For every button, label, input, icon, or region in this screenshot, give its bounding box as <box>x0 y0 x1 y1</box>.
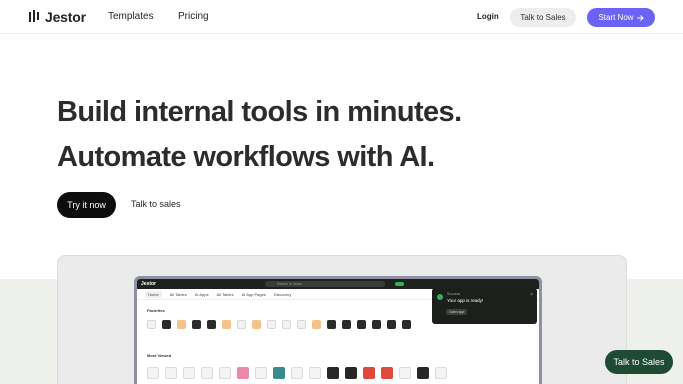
app-tile-icon <box>357 320 366 329</box>
app-tile-icon <box>387 320 396 329</box>
app-tab-home: Home <box>145 290 162 298</box>
nav-pricing-link[interactable]: Pricing <box>178 11 209 22</box>
brand-logo[interactable]: Jestor <box>29 9 86 25</box>
app-tile-icon <box>345 367 357 379</box>
app-tile-icon <box>237 367 249 379</box>
app-tile-icon <box>183 367 195 379</box>
app-tile-icon <box>363 367 375 379</box>
app-tile-icon <box>381 367 393 379</box>
app-preview-laptop: Jestor Search in Jestor Home All Tables … <box>134 276 542 384</box>
nav-templates-link[interactable]: Templates <box>108 11 154 22</box>
talk-to-sales-chat-button[interactable]: Talk to Sales <box>605 350 673 374</box>
app-tile-icon <box>282 320 291 329</box>
app-tile-icon <box>222 320 231 329</box>
app-toggle-icon <box>395 282 404 286</box>
app-tile-icon <box>417 367 429 379</box>
try-it-now-label: Try it now <box>67 200 106 210</box>
app-tab-ai-apps: AI Apps <box>194 291 209 297</box>
toast-title: Your app is ready! <box>447 298 484 303</box>
app-tile-icon <box>147 320 156 329</box>
arrow-right-icon <box>636 14 644 21</box>
app-tile-icon <box>291 367 303 379</box>
app-tile-icon <box>219 367 231 379</box>
app-tile-icon <box>309 367 321 379</box>
start-now-button[interactable]: Start Now <box>587 8 655 27</box>
talk-to-sales-link[interactable]: Talk to sales <box>131 199 181 209</box>
app-tile-icon <box>165 367 177 379</box>
favorites-icon-row <box>147 320 411 329</box>
app-tile-icon <box>372 320 381 329</box>
talk-to-sales-label: Talk to Sales <box>520 13 566 22</box>
app-tile-icon <box>399 367 411 379</box>
app-tab-ai-app-pages: AI App Pages <box>241 291 266 297</box>
app-tab-discovery: Discovery <box>273 291 292 297</box>
favorites-heading: Favorites <box>147 308 165 313</box>
hero-headline-line2: Automate workflows with AI. <box>57 141 435 173</box>
top-navigation: Jestor Templates Pricing Login Talk to S… <box>0 0 683 34</box>
brand-name: Jestor <box>45 9 86 25</box>
app-tile-icon <box>327 320 336 329</box>
app-tile-icon <box>255 367 267 379</box>
jestor-logo-icon <box>29 10 39 22</box>
chat-button-label: Talk to Sales <box>613 357 665 367</box>
app-tile-icon <box>402 320 411 329</box>
app-tile-icon <box>435 367 447 379</box>
close-icon: × <box>530 292 533 298</box>
app-tile-icon <box>297 320 306 329</box>
app-tile-icon <box>237 320 246 329</box>
app-search-input: Search in Jestor <box>265 281 385 287</box>
app-tile-icon <box>342 320 351 329</box>
toast-open-button: Open app <box>446 309 468 315</box>
app-tab-all-tables-2: All Tables <box>216 291 234 297</box>
app-tile-icon <box>207 320 216 329</box>
app-tile-icon <box>312 320 321 329</box>
start-now-label: Start Now <box>598 13 634 22</box>
app-tile-icon <box>327 367 339 379</box>
app-tile-icon <box>192 320 201 329</box>
app-tile-icon <box>177 320 186 329</box>
app-tile-icon <box>201 367 213 379</box>
app-tile-icon <box>273 367 285 379</box>
app-tile-icon <box>162 320 171 329</box>
talk-to-sales-button[interactable]: Talk to Sales <box>510 8 576 27</box>
app-tile-icon <box>147 367 159 379</box>
hero-headline-line1: Build internal tools in minutes. <box>57 96 462 128</box>
success-dot-icon <box>437 294 443 300</box>
success-toast: Success Your app is ready! Open app × <box>432 288 537 324</box>
app-tab-all-tables: All Tables <box>169 291 187 297</box>
app-tile-icon <box>267 320 276 329</box>
app-preview-screen: Jestor Search in Jestor Home All Tables … <box>137 279 539 384</box>
app-brand: Jestor <box>141 281 157 287</box>
most-viewed-icon-row <box>147 367 447 379</box>
toast-label: Success <box>447 292 461 296</box>
app-tile-icon <box>252 320 261 329</box>
login-link[interactable]: Login <box>477 12 499 21</box>
try-it-now-button[interactable]: Try it now <box>57 192 116 218</box>
most-viewed-heading: Most Viewed <box>147 353 172 358</box>
